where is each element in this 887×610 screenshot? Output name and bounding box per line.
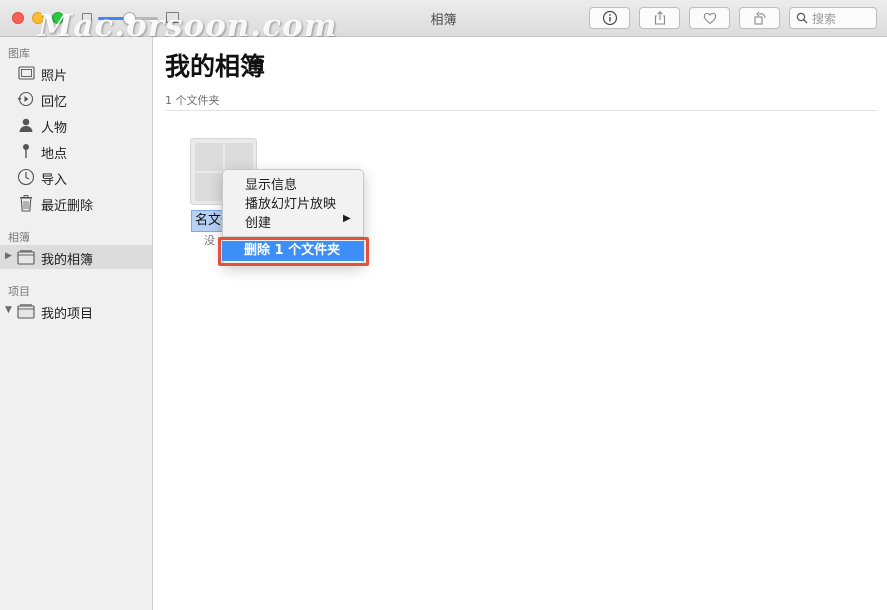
memories-icon bbox=[17, 91, 35, 107]
photos-icon bbox=[17, 65, 35, 81]
album-folder-icon bbox=[17, 249, 35, 265]
sidebar-item-label: 地点 bbox=[41, 147, 68, 162]
rotate-button[interactable] bbox=[739, 7, 780, 29]
header-divider bbox=[165, 110, 877, 111]
sidebar-item-people[interactable]: 人物 bbox=[0, 113, 152, 137]
library-section-header: 图库 bbox=[8, 47, 30, 60]
heart-icon bbox=[703, 12, 716, 25]
sidebar-item-recently-deleted[interactable]: 最近删除 bbox=[0, 191, 152, 215]
menu-item-play-slideshow[interactable]: 播放幻灯片放映 bbox=[245, 193, 336, 212]
share-button[interactable] bbox=[639, 7, 680, 29]
albums-section-header: 相簿 bbox=[8, 231, 30, 244]
sidebar-item-import[interactable]: 导入 bbox=[0, 165, 152, 189]
sidebar-item-label: 我的项目 bbox=[41, 307, 94, 322]
main-content: 我的相簿 1 个文件夹 bbox=[153, 37, 887, 610]
places-icon bbox=[17, 143, 35, 159]
menu-item-get-info[interactable]: 显示信息 bbox=[245, 174, 297, 193]
project-folder-icon bbox=[17, 303, 35, 319]
sidebar-item-label: 我的相簿 bbox=[41, 253, 94, 268]
page-title: 我的相簿 bbox=[165, 52, 266, 81]
submenu-arrow-icon: ▶ bbox=[343, 213, 351, 224]
sidebar: 图库 照片 回忆 人物 地点 导入 最近删除 相簿 ▶ 我的相簿 项目 ▼ 我的… bbox=[0, 37, 153, 610]
disclosure-triangle-expanded-icon[interactable]: ▼ bbox=[5, 305, 12, 315]
disclosure-triangle-collapsed-icon[interactable]: ▶ bbox=[5, 251, 12, 261]
sidebar-item-label: 导入 bbox=[41, 173, 68, 188]
sidebar-item-label: 回忆 bbox=[41, 95, 68, 110]
sidebar-item-photos[interactable]: 照片 bbox=[0, 61, 152, 85]
info-button[interactable] bbox=[589, 7, 630, 29]
annotation-highlight-box bbox=[218, 237, 369, 266]
search-placeholder: 搜索 bbox=[812, 11, 837, 26]
folder-count: 1 个文件夹 bbox=[165, 94, 220, 107]
sidebar-item-my-albums[interactable]: ▶ 我的相簿 bbox=[0, 245, 152, 269]
import-icon bbox=[17, 168, 35, 186]
projects-section-header: 项目 bbox=[8, 285, 30, 298]
sidebar-item-label: 人物 bbox=[41, 121, 68, 136]
menu-item-create[interactable]: 创建 bbox=[245, 212, 271, 231]
people-icon bbox=[17, 117, 35, 133]
search-icon bbox=[796, 12, 808, 24]
rotate-icon bbox=[753, 11, 766, 25]
thumbnail-cell bbox=[225, 143, 253, 171]
thumbnail-cell bbox=[195, 143, 223, 171]
sidebar-item-label: 照片 bbox=[41, 69, 68, 84]
info-icon bbox=[602, 10, 617, 26]
sidebar-item-places[interactable]: 地点 bbox=[0, 139, 152, 163]
trash-icon bbox=[17, 194, 35, 212]
sidebar-item-label: 最近删除 bbox=[41, 199, 94, 214]
search-field[interactable]: 搜索 bbox=[789, 7, 877, 29]
thumbnail-cell bbox=[195, 173, 223, 201]
sidebar-item-my-projects[interactable]: ▼ 我的项目 bbox=[0, 299, 152, 323]
sidebar-item-memories[interactable]: 回忆 bbox=[0, 87, 152, 111]
title-bar: 相簿 Mac.orsoon.com 搜索 bbox=[0, 0, 887, 44]
share-icon bbox=[654, 11, 665, 25]
favorite-button[interactable] bbox=[689, 7, 730, 29]
